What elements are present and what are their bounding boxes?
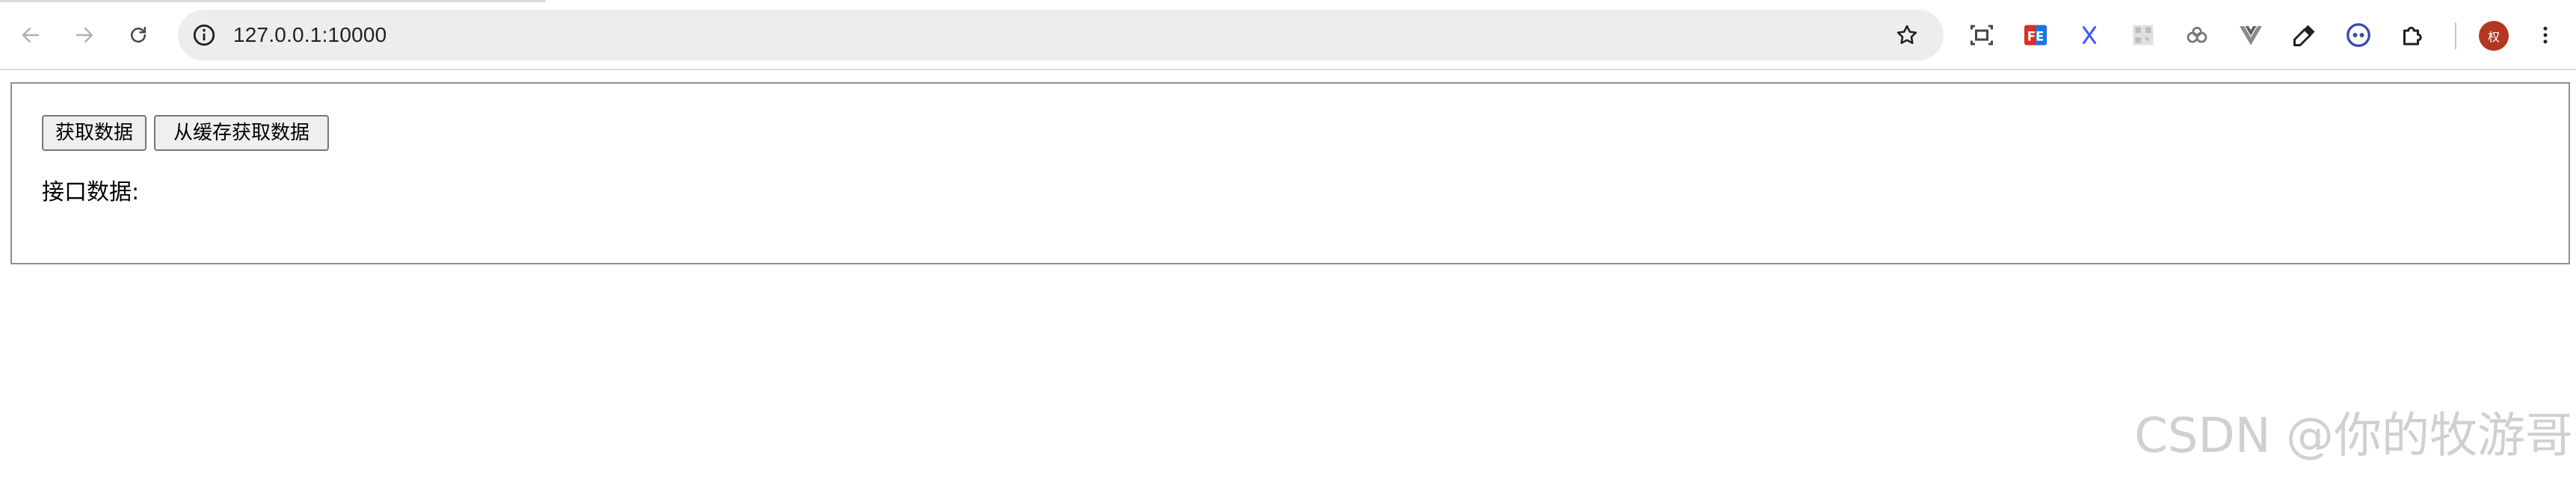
fe-extension[interactable]: FE xyxy=(2020,19,2051,51)
face-extension[interactable] xyxy=(2343,19,2374,51)
forward-arrow-icon xyxy=(76,28,93,43)
more-vert-icon xyxy=(2543,26,2548,44)
fetch-data-button[interactable]: 获取数据 xyxy=(42,115,147,151)
qr-extension[interactable] xyxy=(2127,19,2159,51)
qr-extension-icon xyxy=(2133,25,2154,46)
profile-avatar[interactable]: 权 xyxy=(2479,21,2509,51)
browser-menu-button[interactable] xyxy=(2530,19,2561,51)
toolbar-divider xyxy=(2455,22,2456,49)
site-info-icon[interactable] xyxy=(191,22,217,48)
demo-container: 获取数据 从缓存获取数据 接口数据: xyxy=(10,82,2570,264)
screenshot-icon xyxy=(1970,25,1993,46)
svg-text:FE: FE xyxy=(2027,30,2045,44)
address-bar[interactable]: 127.0.0.1:10000 xyxy=(178,10,1944,60)
eyedropper-icon xyxy=(2293,25,2315,46)
vue-devtools-extension[interactable] xyxy=(2235,19,2267,51)
vue-devtools-icon xyxy=(2240,26,2262,46)
fe-extension-icon: FE xyxy=(2024,25,2047,46)
back-arrow-icon xyxy=(22,28,40,43)
extensions-puzzle-icon xyxy=(2403,26,2422,46)
extensions-button[interactable] xyxy=(2397,19,2428,51)
x-extension[interactable] xyxy=(2074,19,2105,51)
api-data-label: 接口数据: xyxy=(42,179,140,205)
back-button[interactable] xyxy=(15,19,46,51)
url-text[interactable]: 127.0.0.1:10000 xyxy=(233,10,386,60)
fetch-from-cache-button[interactable]: 从缓存获取数据 xyxy=(154,115,329,151)
browser-toolbar: 127.0.0.1:10000 FE 权 xyxy=(0,0,2576,70)
x-extension-icon xyxy=(2083,26,2096,44)
reload-icon xyxy=(131,26,146,43)
cloud-extension-icon xyxy=(2187,26,2207,43)
reload-button[interactable] xyxy=(123,19,154,51)
bookmark-star-icon[interactable] xyxy=(1894,22,1920,48)
face-extension-icon xyxy=(2347,23,2370,47)
cloud-extension[interactable] xyxy=(2181,19,2213,51)
screenshot-extension[interactable] xyxy=(1966,19,1997,51)
eyedropper-extension[interactable] xyxy=(2289,19,2320,51)
forward-button[interactable] xyxy=(69,19,100,51)
tab-strip-edge xyxy=(0,0,546,2)
csdn-watermark: CSDN @你的牧游哥 xyxy=(2134,409,2573,464)
